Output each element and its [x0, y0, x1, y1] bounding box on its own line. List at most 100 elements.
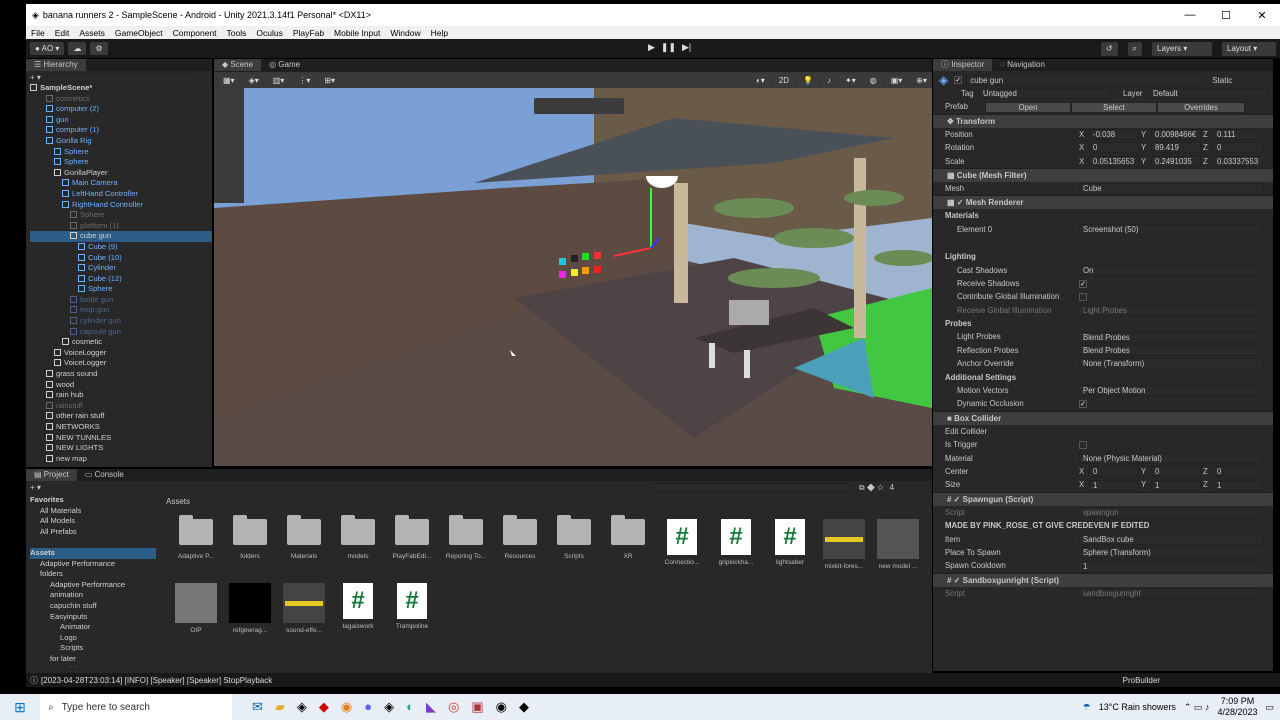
- asset-item[interactable]: folders: [224, 515, 276, 560]
- hierarchy-item[interactable]: computer (2): [30, 104, 212, 115]
- menu-item-playfab[interactable]: PlayFab: [288, 28, 329, 38]
- rotation-y-field[interactable]: 89.419: [1151, 142, 1201, 154]
- gizmos-icon[interactable]: ⊕▾: [911, 73, 932, 87]
- weather-text[interactable]: 13°C Rain showers: [1099, 702, 1176, 712]
- static-toggle[interactable]: Static: [1212, 76, 1232, 85]
- effects-icon[interactable]: ✦▾: [840, 73, 861, 87]
- clock[interactable]: 7:09 PM 4/28/2023: [1217, 696, 1257, 718]
- cast-shadows-field[interactable]: On: [1079, 264, 1263, 276]
- camera-icon[interactable]: ▣▾: [885, 73, 908, 87]
- mail-icon[interactable]: ✉: [252, 699, 263, 715]
- contribute-gi-checkbox[interactable]: [1079, 292, 1087, 301]
- asset-item[interactable]: # tagaiswork: [332, 583, 384, 630]
- menu-item-tools[interactable]: Tools: [222, 28, 252, 38]
- tab-hierarchy[interactable]: ☰ Hierarchy: [26, 59, 86, 71]
- layer-dropdown[interactable]: Default: [1149, 88, 1269, 100]
- snap-icon[interactable]: ⋮▾: [293, 73, 316, 87]
- menu-item-window[interactable]: Window: [385, 28, 425, 38]
- asset-item[interactable]: # Connectio...: [656, 519, 708, 566]
- reflection-probes-field[interactable]: Blend Probes: [1079, 345, 1263, 357]
- project-tree-item[interactable]: All Models: [30, 516, 156, 527]
- asset-item[interactable]: Adaptive P...: [170, 515, 222, 560]
- anchor-override-field[interactable]: None (Transform): [1079, 358, 1263, 370]
- hierarchy-item[interactable]: bottle gun: [30, 295, 212, 306]
- step-icon[interactable]: ▶|: [682, 42, 691, 53]
- asset-item[interactable]: mixkit-fores...: [818, 519, 870, 570]
- menu-item-mobile-input[interactable]: Mobile Input: [329, 28, 385, 38]
- project-search-input[interactable]: [650, 483, 851, 492]
- receive-gi-field[interactable]: Light Probes: [1079, 304, 1263, 316]
- project-tree-item[interactable]: folders: [30, 569, 156, 580]
- project-tree-item[interactable]: for later: [30, 654, 156, 665]
- spawngun-script-field[interactable]: spawngun: [1079, 506, 1263, 518]
- menu-item-edit[interactable]: Edit: [50, 28, 75, 38]
- blender-icon[interactable]: ◉: [341, 699, 352, 715]
- tab-game[interactable]: ◎ Game: [261, 59, 308, 71]
- close-icon[interactable]: ✕: [1244, 9, 1280, 22]
- pause-icon[interactable]: ❚❚: [661, 42, 676, 53]
- collab-icon[interactable]: ⚙: [90, 42, 108, 55]
- app-icon[interactable]: ◆: [319, 699, 329, 715]
- prefab-select-button[interactable]: Select: [1071, 101, 1157, 113]
- edge-icon[interactable]: ◐: [406, 699, 414, 715]
- hierarchy-item[interactable]: rain hub: [30, 390, 212, 401]
- increment-icon[interactable]: ⊞▾: [319, 73, 341, 87]
- hierarchy-item[interactable]: wood: [30, 380, 212, 391]
- obs-icon[interactable]: ◉: [496, 699, 507, 715]
- active-checkbox[interactable]: ✓: [954, 76, 963, 84]
- asset-item[interactable]: Resources: [494, 515, 546, 560]
- tab-project[interactable]: ▤ Project: [26, 469, 77, 481]
- spawngun-header[interactable]: # ✓ Spawngun (Script): [933, 491, 1273, 506]
- notification-icon[interactable]: ▭: [1265, 702, 1274, 713]
- scale-x-field[interactable]: 0.05135653: [1089, 155, 1139, 167]
- tray-icons[interactable]: ⌃ ▭ ♪: [1184, 702, 1210, 713]
- asset-item[interactable]: Scripts: [548, 515, 600, 560]
- console-message[interactable]: [2023-04-28T23:03:14] [INFO] [Speaker] […: [41, 676, 272, 685]
- menu-item-oculus[interactable]: Oculus: [251, 28, 287, 38]
- project-tree-item[interactable]: All Materials: [30, 506, 156, 517]
- unity-icon[interactable]: ◈: [384, 699, 394, 715]
- sandbox-header[interactable]: # ✓ Sandboxgunright (Script): [933, 572, 1273, 587]
- project-tree-item[interactable]: Assets: [30, 547, 156, 559]
- hierarchy-item[interactable]: GorillaPlayer: [30, 168, 212, 179]
- project-filter-icon[interactable]: ⧉ ◆ ☆: [859, 483, 884, 493]
- history-icon[interactable]: ↺: [1100, 42, 1118, 56]
- object-name-field[interactable]: cube gun: [966, 74, 1207, 86]
- hierarchy-item[interactable]: gun: [30, 115, 212, 126]
- position-z-field[interactable]: 0.111: [1213, 128, 1263, 140]
- project-tree-item[interactable]: All Prefabs: [30, 527, 156, 538]
- chrome-icon[interactable]: ◎: [448, 699, 459, 715]
- item-field[interactable]: SandBox cube: [1079, 533, 1263, 545]
- place-to-spawn-field[interactable]: Sphere (Transform): [1079, 547, 1263, 559]
- size-y-field[interactable]: 1: [1151, 479, 1201, 491]
- hierarchy-item[interactable]: Main Camera: [30, 178, 212, 189]
- tab-navigation[interactable]: ◌ Navigation: [992, 59, 1053, 71]
- hierarchy-item[interactable]: cylinder gun: [30, 316, 212, 327]
- unity-hub-icon[interactable]: ◈: [297, 699, 307, 715]
- hierarchy-item[interactable]: NEW LIGHTS: [30, 443, 212, 454]
- hierarchy-item[interactable]: Cylinder: [30, 263, 212, 274]
- project-tree-item[interactable]: Animator: [30, 622, 156, 633]
- scene-viewport[interactable]: [214, 88, 932, 466]
- discord-icon[interactable]: ●: [364, 699, 372, 715]
- layout-dropdown[interactable]: Layout ▾: [1222, 42, 1276, 56]
- asset-item[interactable]: Materials: [278, 515, 330, 560]
- add-icon[interactable]: + ▾: [30, 73, 41, 82]
- tag-dropdown[interactable]: Untagged: [979, 88, 1111, 100]
- asset-item[interactable]: # gripkickha...: [710, 519, 762, 566]
- project-tree-item[interactable]: Favorites: [30, 495, 156, 506]
- weather-icon[interactable]: ☂: [1083, 702, 1091, 713]
- hierarchy-search-input[interactable]: [46, 72, 199, 82]
- position-x-field[interactable]: -0.038: [1089, 128, 1139, 140]
- motion-vectors-field[interactable]: Per Object Motion: [1079, 385, 1263, 397]
- collider-material-field[interactable]: None (Physic Material): [1079, 452, 1263, 464]
- menu-item-assets[interactable]: Assets: [74, 28, 110, 38]
- prefab-overrides-dropdown[interactable]: Overrides: [1157, 101, 1245, 113]
- hidden-icon[interactable]: ◍: [864, 73, 882, 87]
- hierarchy-item[interactable]: new map: [30, 454, 212, 465]
- hierarchy-item[interactable]: SampleScene*: [30, 83, 212, 94]
- is-trigger-checkbox[interactable]: [1079, 440, 1087, 449]
- hierarchy-item[interactable]: LeftHand Controller: [30, 189, 212, 200]
- lighting-icon[interactable]: 💡: [798, 73, 818, 87]
- pivot-icon[interactable]: ◈▾: [243, 73, 264, 87]
